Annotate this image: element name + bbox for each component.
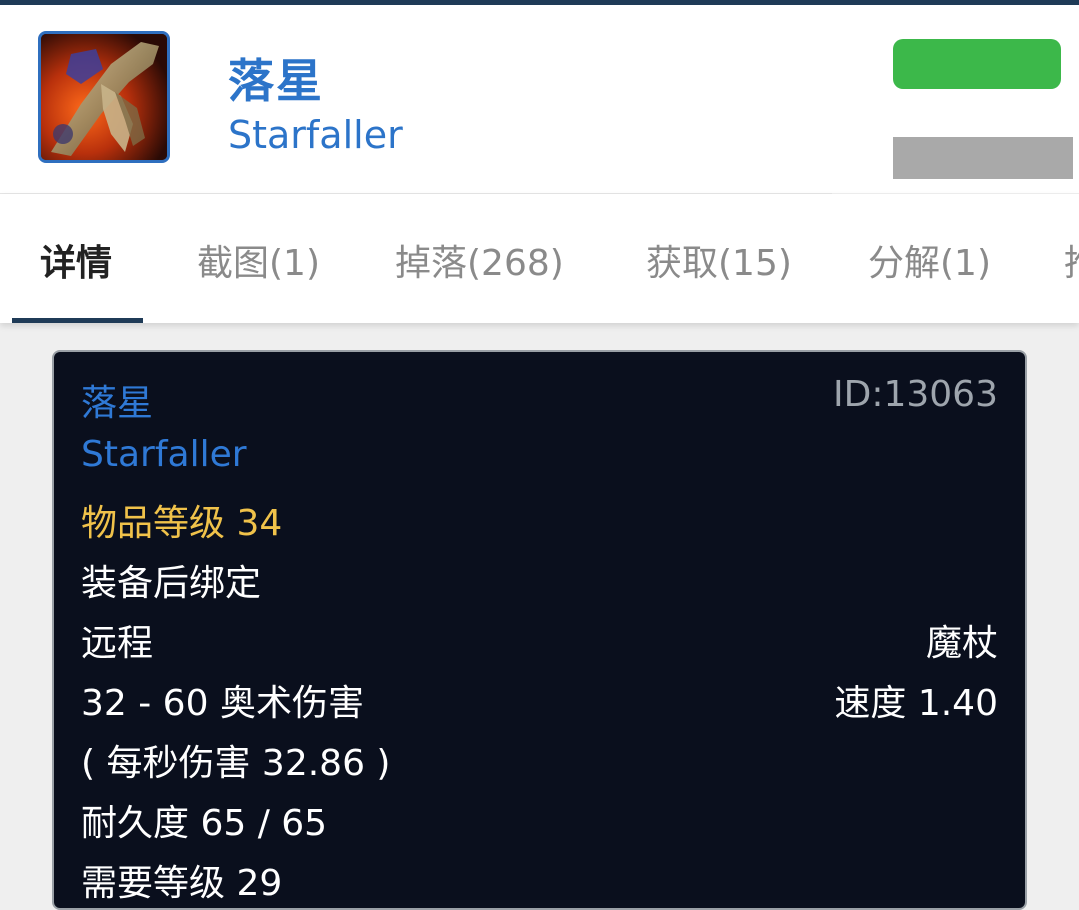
staff-artwork xyxy=(41,34,167,160)
redacted-gray-block xyxy=(893,137,1073,179)
tooltip-binding: 装备后绑定 xyxy=(81,563,262,604)
staff-item-icon xyxy=(38,31,170,163)
tooltip-durability: 耐久度 65 / 65 xyxy=(81,803,328,844)
redacted-green-badge[interactable] xyxy=(893,39,1061,89)
item-header: 落星 Starfaller xyxy=(0,5,1079,193)
tooltip-slot: 远程 xyxy=(81,623,154,664)
tooltip-name-english: Starfaller xyxy=(81,434,247,475)
tab-bar: 详情 截图(1) 掉落(268) 获取(15) 分解(1) 推 xyxy=(0,194,1079,323)
tooltip-damage: 32 - 60 奥术伤害 xyxy=(81,683,364,724)
item-title-chinese: 落星 xyxy=(228,54,324,108)
tab-more[interactable]: 推 xyxy=(1064,234,1079,286)
item-title-english: Starfaller xyxy=(228,113,403,157)
tooltip-name-chinese: 落星 xyxy=(81,383,154,424)
tooltip-item-level: 物品等级 34 xyxy=(81,503,283,544)
active-tab-indicator xyxy=(12,318,143,323)
tooltip-item-id: ID:13063 xyxy=(833,374,998,415)
tab-disenchant[interactable]: 分解(1) xyxy=(868,234,991,286)
tooltip-weapon-type: 魔杖 xyxy=(925,623,998,664)
item-tooltip: 落星 ID:13063 Starfaller 物品等级 34 装备后绑定 远程 … xyxy=(52,350,1027,910)
tab-details[interactable]: 详情 xyxy=(40,234,112,286)
tab-drops[interactable]: 掉落(268) xyxy=(395,234,564,286)
tab-sources[interactable]: 获取(15) xyxy=(646,234,792,286)
tooltip-required-level: 需要等级 29 xyxy=(81,863,283,904)
tab-screenshots[interactable]: 截图(1) xyxy=(197,234,320,286)
tooltip-dps: ( 每秒伤害 32.86 ) xyxy=(81,743,391,784)
tooltip-speed: 速度 1.40 xyxy=(834,683,998,724)
